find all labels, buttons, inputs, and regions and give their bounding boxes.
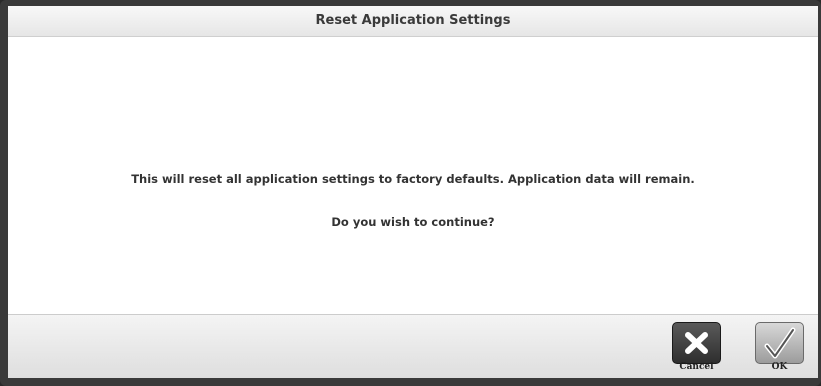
- ok-button[interactable]: OK: [755, 322, 804, 374]
- dialog-title: Reset Application Settings: [8, 6, 818, 37]
- cancel-button[interactable]: Cancel: [672, 322, 721, 374]
- ok-label: OK: [771, 362, 788, 372]
- dialog-body: This will reset all application settings…: [8, 37, 818, 317]
- dialog-footer: Cancel OK: [8, 314, 818, 378]
- dialog-question: Do you wish to continue?: [331, 215, 495, 229]
- reset-settings-dialog: Reset Application Settings This will res…: [0, 0, 821, 386]
- close-icon: [685, 332, 708, 354]
- checkmark-icon: [764, 327, 796, 359]
- dialog-message: This will reset all application settings…: [131, 172, 695, 186]
- cancel-label: Cancel: [679, 362, 714, 372]
